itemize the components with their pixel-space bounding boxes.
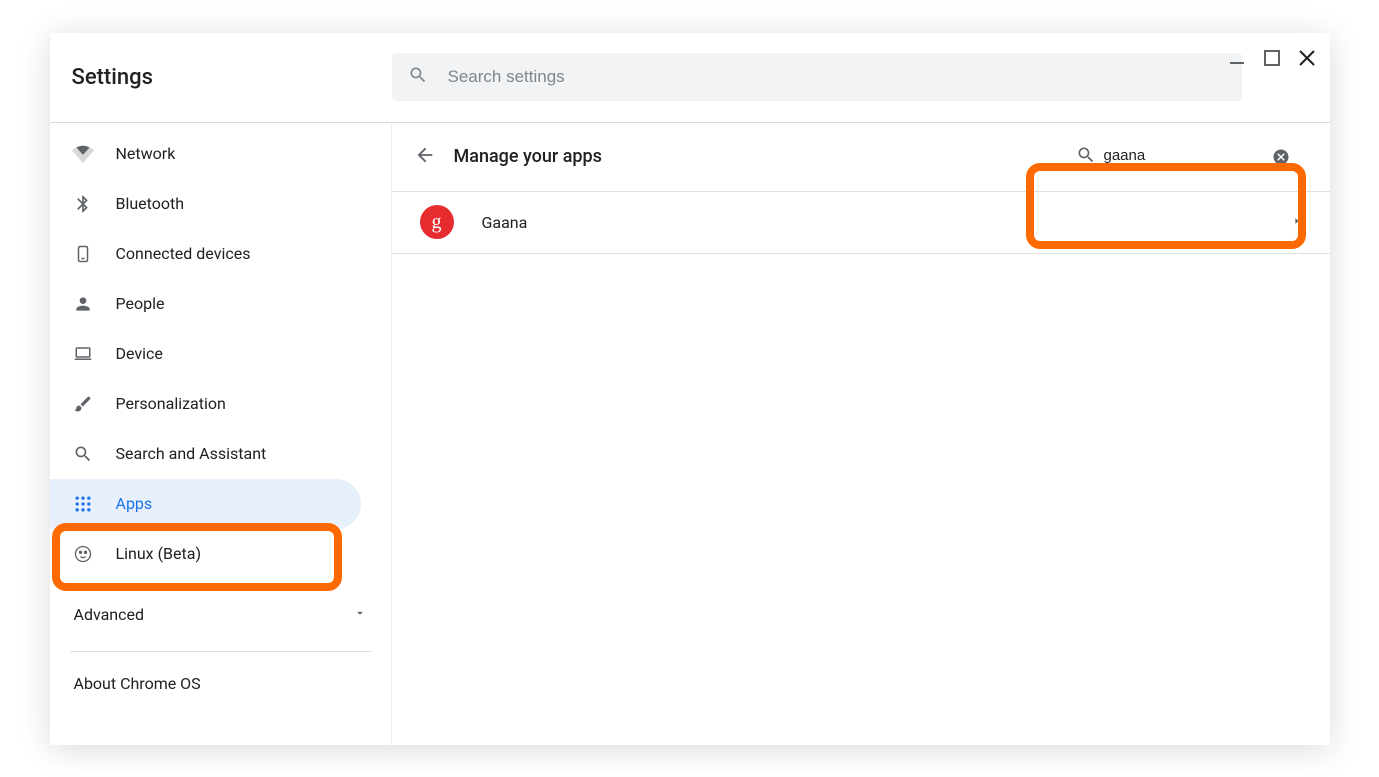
page-title: Settings xyxy=(72,65,392,90)
apps-search-input[interactable] xyxy=(1104,145,1264,168)
sidebar-item-label: Apps xyxy=(116,494,153,513)
main-panel: Manage your apps g Gaana xyxy=(392,123,1330,745)
sidebar-item-label: Device xyxy=(116,344,163,363)
sidebar-item-network[interactable]: Network xyxy=(50,129,391,179)
search-icon xyxy=(72,444,94,464)
maximize-icon[interactable] xyxy=(1264,50,1280,66)
sidebar-item-people[interactable]: People xyxy=(50,279,391,329)
section-header: Manage your apps xyxy=(392,123,1330,191)
sidebar-item-label: People xyxy=(116,294,165,313)
sidebar-item-label: Connected devices xyxy=(116,244,251,263)
brush-icon xyxy=(72,394,94,414)
linux-icon xyxy=(72,544,94,564)
search-icon xyxy=(1076,145,1096,169)
sidebar: Network Bluetooth Connected devices Peop… xyxy=(50,123,392,745)
close-icon[interactable] xyxy=(1298,49,1316,67)
header: Settings xyxy=(50,33,1330,123)
app-name: Gaana xyxy=(482,213,1264,232)
advanced-label: Advanced xyxy=(74,605,145,624)
sidebar-item-label: Network xyxy=(116,144,176,163)
sidebar-about[interactable]: About Chrome OS xyxy=(50,652,391,715)
laptop-icon xyxy=(72,345,94,363)
phone-icon xyxy=(72,243,94,265)
settings-window: Settings Network Bluetooth xyxy=(50,33,1330,745)
chevron-down-icon xyxy=(353,605,367,624)
apps-search xyxy=(1076,145,1302,169)
global-search[interactable] xyxy=(392,53,1242,101)
window-controls xyxy=(1228,33,1330,83)
sidebar-item-label: Bluetooth xyxy=(116,194,185,213)
person-icon xyxy=(72,294,94,314)
sidebar-advanced[interactable]: Advanced xyxy=(50,587,391,643)
minimize-icon[interactable] xyxy=(1228,49,1246,67)
sidebar-item-connected-devices[interactable]: Connected devices xyxy=(50,229,391,279)
global-search-input[interactable] xyxy=(448,67,1226,87)
clear-icon[interactable] xyxy=(1272,148,1290,166)
sidebar-item-device[interactable]: Device xyxy=(50,329,391,379)
app-list: g Gaana xyxy=(392,191,1330,254)
search-icon xyxy=(408,65,428,89)
sidebar-item-label: Linux (Beta) xyxy=(116,544,202,563)
wifi-icon xyxy=(72,143,94,165)
chevron-right-icon xyxy=(1292,213,1302,232)
app-row-gaana[interactable]: g Gaana xyxy=(392,192,1330,254)
section-title: Manage your apps xyxy=(454,146,1058,167)
sidebar-item-personalization[interactable]: Personalization xyxy=(50,379,391,429)
apps-grid-icon xyxy=(72,494,94,514)
sidebar-item-apps[interactable]: Apps xyxy=(50,479,361,529)
sidebar-item-linux[interactable]: Linux (Beta) xyxy=(50,529,391,579)
back-button[interactable] xyxy=(414,144,436,170)
sidebar-item-label: Personalization xyxy=(116,394,226,413)
bluetooth-icon xyxy=(72,194,94,214)
app-icon: g xyxy=(420,205,454,239)
sidebar-item-label: Search and Assistant xyxy=(116,444,267,463)
sidebar-item-bluetooth[interactable]: Bluetooth xyxy=(50,179,391,229)
sidebar-item-search-assistant[interactable]: Search and Assistant xyxy=(50,429,391,479)
